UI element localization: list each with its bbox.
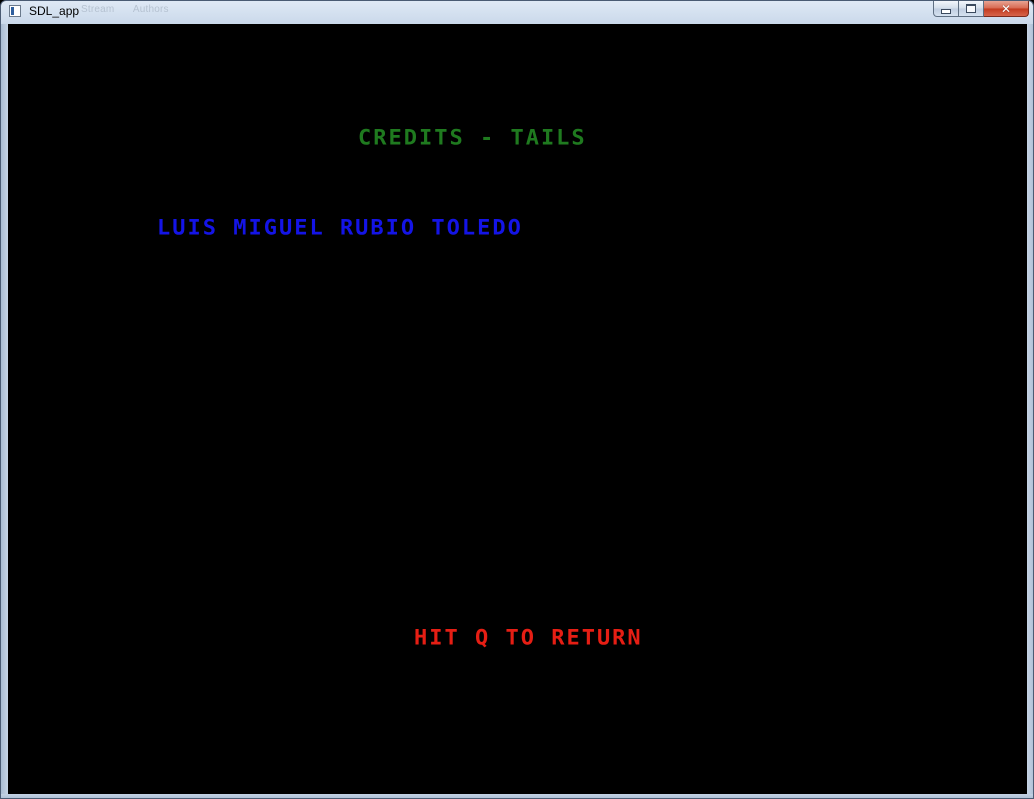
ghost-toolbar-item: Authors xyxy=(132,4,169,15)
credits-title: CREDITS - TAILS xyxy=(358,126,587,151)
window-frame-left xyxy=(1,24,8,798)
return-hint: HIT Q TO RETURN xyxy=(414,626,643,651)
window-frame-bottom xyxy=(1,794,1033,798)
game-screen[interactable]: CREDITS - TAILS LUIS MIGUEL RUBIO TOLEDO… xyxy=(8,24,1027,794)
app-window: SDL_app Stream Authors ✕ CREDITS - TAILS… xyxy=(0,0,1034,799)
maximize-button[interactable] xyxy=(959,1,984,17)
maximize-icon xyxy=(966,4,976,13)
close-button[interactable]: ✕ xyxy=(984,1,1029,17)
title-bar[interactable]: SDL_app Stream Authors ✕ xyxy=(1,1,1033,23)
close-icon: ✕ xyxy=(1000,1,1012,16)
ghosted-toolbar: Stream Authors xyxy=(81,4,185,15)
ghost-toolbar-item: Stream xyxy=(81,4,115,15)
window-title: SDL_app xyxy=(29,4,80,18)
window-frame-right xyxy=(1027,24,1033,798)
minimize-icon xyxy=(941,9,951,14)
minimize-button[interactable] xyxy=(933,1,959,17)
caption-buttons: ✕ xyxy=(933,1,1029,18)
app-window-icon[interactable] xyxy=(9,5,21,17)
credit-name: LUIS MIGUEL RUBIO TOLEDO xyxy=(157,216,523,241)
